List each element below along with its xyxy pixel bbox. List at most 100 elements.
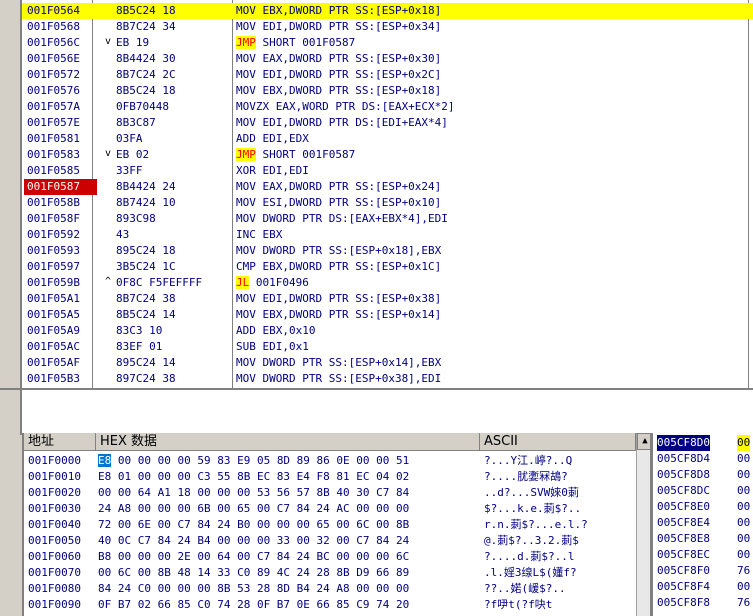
selected-byte[interactable]: E8 [98, 454, 112, 467]
disasm-row[interactable]: 001F05A9 83C3 10 ADD EBX,0x10 [22, 323, 753, 339]
stack-row[interactable]: 005CF8E4 00 [653, 515, 753, 531]
stack-row[interactable]: 005CF8D4 00 [653, 451, 753, 467]
memory-dump-pane[interactable]: 地址 HEX 数据 ASCII 001F0000 E8 00 00 00 00 5… [22, 433, 652, 616]
dump-row[interactable]: 001F0050 40 0C C7 84 24 B4 00 00 00 33 00… [24, 533, 634, 549]
instruction-bytes: 8B7C24 34 [116, 20, 176, 33]
disasm-row[interactable]: 001F058F 893C98 MOV DWORD PTR DS:[EAX+EBX*… [22, 211, 753, 227]
stack-row[interactable]: 005CF8D0 00 [653, 435, 753, 451]
dump-row[interactable]: 001F0030 24 A8 00 00 00 6B 00 65 00 C7 84… [24, 501, 634, 517]
dump-hex-bytes: B8 00 00 00 2E 00 64 00 C7 84 24 BC 00 0… [98, 549, 409, 565]
disasm-row[interactable]: 001F057A 0FB70448 MOVZX EAX,WORD PTR DS:[E… [22, 99, 753, 115]
instruction-text: JMP SHORT 001F0587 [236, 35, 355, 51]
stack-address: 005CF8E8 [657, 532, 710, 545]
instruction-bytes: 893C98 [116, 212, 156, 225]
stack-row[interactable]: 005CF8F4 00 [653, 579, 753, 595]
dump-header-address[interactable]: 地址 [24, 433, 96, 451]
hex-bytes: 40 0C C7 84 24 B4 00 00 00 33 00 32 00 C… [98, 534, 410, 547]
dump-row[interactable]: 001F0020 00 00 64 A1 18 00 00 00 53 56 57… [24, 485, 634, 501]
disasm-row[interactable]: 001F0585 33FF XOR EDI,EDI [22, 163, 753, 179]
dump-row[interactable]: 001F0010 E8 01 00 00 00 C3 55 8B EC 83 E4… [24, 469, 634, 485]
dump-hex-bytes: 00 6C 00 8B 48 14 33 C0 89 4C 24 28 8B D… [98, 565, 409, 581]
disasm-row[interactable]: 001F0587 8B4424 24 MOV EAX,DWORD PTR SS:[E… [22, 179, 753, 195]
jump-target: SHORT 001F0587 [255, 36, 356, 49]
dump-hex-bytes: 72 00 6E 00 C7 84 24 B0 00 00 00 65 00 6… [98, 517, 409, 533]
instruction-bytes: 8B7424 10 [116, 196, 176, 209]
instruction-text: JL 001F0496 [236, 275, 309, 291]
jump-down-arrow-icon: v [105, 148, 112, 159]
hex-bytes: 0F B7 02 66 85 C0 74 28 0F B7 0E 66 85 C… [98, 598, 410, 611]
disasm-row[interactable]: 001F0568 8B7C24 34 MOV EDI,DWORD PTR SS:[E… [22, 19, 753, 35]
jump-target: SHORT 001F0587 [255, 148, 356, 161]
dump-hex-bytes: 00 00 64 A1 18 00 00 00 53 56 57 8B 40 3… [98, 485, 409, 501]
disasm-row[interactable]: 001F05B3 897C24 38 MOV DWORD PTR SS:[ESP+0… [22, 371, 753, 387]
disasm-row[interactable]: 001F0597 3B5C24 1C CMP EBX,DWORD PTR SS:[E… [22, 259, 753, 275]
instruction-address: 001F05A9 [27, 324, 80, 337]
stack-address: 005CF8DC [657, 484, 710, 497]
dump-row[interactable]: 001F0080 84 24 C0 00 00 00 8B 53 28 8D B4… [24, 581, 634, 597]
info-pane-gutter [0, 390, 22, 435]
dump-header-ascii[interactable]: ASCII [480, 433, 636, 451]
dump-row[interactable]: 001F0060 B8 00 00 00 2E 00 64 00 C7 84 24… [24, 549, 634, 565]
instruction-text: JMP SHORT 001F0587 [236, 147, 355, 163]
dump-row[interactable]: 001F0000 E8 00 00 00 00 59 83 E9 05 8D 89… [24, 453, 634, 469]
instruction-bytes: 8B7C24 38 [116, 292, 176, 305]
stack-value: 00 [737, 435, 751, 451]
disasm-row[interactable]: 001F058B 8B7424 10 MOV ESI,DWORD PTR SS:[E… [22, 195, 753, 211]
disasm-row[interactable]: 001F0583 v EB 02 JMP SHORT 001F0587 [22, 147, 753, 163]
dump-ascii: ?....肬嬱冧鴣? [484, 470, 568, 483]
disasm-row[interactable]: 001F0576 8B5C24 18 MOV EBX,DWORD PTR SS:[E… [22, 83, 753, 99]
jump-mnemonic: JL [236, 276, 250, 289]
dump-row[interactable]: 001F0090 0F B7 02 66 85 C0 74 28 0F B7 0E… [24, 597, 634, 613]
hex-bytes: E8 01 00 00 00 C3 55 8B EC 83 E4 F8 81 E… [98, 470, 410, 483]
instruction-text: MOV EDI,DWORD PTR SS:[ESP+0x2C] [236, 68, 442, 81]
instruction-bytes: 8B5C24 18 [116, 84, 176, 97]
disasm-row[interactable]: 001F05AC 83EF 01 SUB EDI,0x1 [22, 339, 753, 355]
stack-address: 005CF8F4 [657, 580, 710, 593]
dump-address: 001F0070 [28, 566, 81, 579]
jump-path-gutter [0, 0, 22, 388]
dump-address: 001F0060 [28, 550, 81, 563]
stack-row[interactable]: 005CF8E0 00 [653, 499, 753, 515]
jump-mnemonic: JMP [236, 36, 256, 49]
dump-ascii: ?f吚t(?f吷t [484, 598, 553, 611]
jump-target: 001F0496 [249, 276, 309, 289]
instruction-bytes: 8B5C24 18 [116, 4, 176, 17]
disasm-row[interactable]: 001F056C v EB 19 JMP SHORT 001F0587 [22, 35, 753, 51]
disasm-row[interactable]: 001F056E 8B4424 30 MOV EAX,DWORD PTR SS:[E… [22, 51, 753, 67]
disassembly-pane[interactable]: 001F0564 8B5C24 18 MOV EBX,DWORD PTR SS:[E… [0, 0, 753, 388]
disasm-row[interactable]: 001F05A1 8B7C24 38 MOV EDI,DWORD PTR SS:[E… [22, 291, 753, 307]
stack-row[interactable]: 005CF8EC 00 [653, 547, 753, 563]
disasm-row[interactable]: 001F05A5 8B5C24 14 MOV EBX,DWORD PTR SS:[E… [22, 307, 753, 323]
stack-pane[interactable]: 005CF8D0 00 005CF8D4 00 005CF8D8 00 005CF8DC 00… [650, 433, 753, 616]
instruction-bytes: EB 19 [116, 36, 150, 49]
dump-hex-bytes: 84 24 C0 00 00 00 8B 53 28 8D B4 24 A8 0… [98, 581, 409, 597]
dump-ascii: .l.婬3缐L$(嬞f? [484, 566, 577, 579]
stack-value: 00 [737, 548, 751, 561]
disasm-row[interactable]: 001F0581 03FA ADD EDI,EDX [22, 131, 753, 147]
stack-row[interactable]: 005CF8DC 00 [653, 483, 753, 499]
dump-header-hex[interactable]: HEX 数据 [96, 433, 480, 451]
stack-row[interactable]: 005CF8F8 76 [653, 595, 753, 611]
disasm-row[interactable]: 001F05AF 895C24 14 MOV DWORD PTR SS:[ESP+0… [22, 355, 753, 371]
disasm-row[interactable]: 001F0564 8B5C24 18 MOV EBX,DWORD PTR SS:[E… [22, 3, 753, 19]
stack-value: 00 [737, 532, 751, 545]
stack-row[interactable]: 005CF8E8 00 [653, 531, 753, 547]
jump-up-arrow-icon: ^ [105, 276, 112, 287]
instruction-address: 001F0576 [27, 84, 80, 97]
instruction-address: 001F05AF [27, 356, 80, 369]
stack-address: 005CF8D4 [657, 452, 710, 465]
stack-row[interactable]: 005CF8F0 76 [653, 563, 753, 579]
disasm-row[interactable]: 001F0592 43 INC EBX [22, 227, 753, 243]
stack-row[interactable]: 005CF8D8 00 [653, 467, 753, 483]
dump-row[interactable]: 001F0070 00 6C 00 8B 48 14 33 C0 89 4C 24… [24, 565, 634, 581]
hex-bytes: 24 A8 00 00 00 6B 00 65 00 C7 84 24 AC 0… [98, 502, 410, 515]
dump-hex-bytes: E8 01 00 00 00 C3 55 8B EC 83 E4 F8 81 E… [98, 469, 409, 485]
dump-row[interactable]: 001F0040 72 00 6E 00 C7 84 24 B0 00 00 00… [24, 517, 634, 533]
disasm-row[interactable]: 001F057E 8B3C87 MOV EDI,DWORD PTR DS:[EDI+… [22, 115, 753, 131]
disasm-row[interactable]: 001F0572 8B7C24 2C MOV EDI,DWORD PTR SS:[E… [22, 67, 753, 83]
instruction-bytes: 8B5C24 14 [116, 308, 176, 321]
disasm-row[interactable]: 001F0593 895C24 18 MOV DWORD PTR SS:[ESP+0… [22, 243, 753, 259]
dump-address: 001F0090 [28, 598, 81, 611]
instruction-address: 001F0587 [24, 179, 97, 195]
disasm-row[interactable]: 001F059B ^ 0F8C F5FEFFFF JL 001F0496 [22, 275, 753, 291]
